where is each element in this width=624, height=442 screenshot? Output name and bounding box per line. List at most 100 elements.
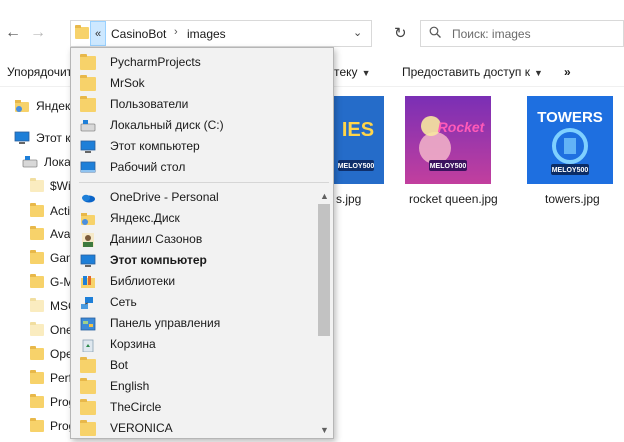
menu-item-local-disk[interactable]: Локальный диск (C:) xyxy=(72,115,314,136)
refresh-button[interactable]: ↻ xyxy=(394,24,407,42)
search-input[interactable]: Поиск: images xyxy=(420,20,624,47)
share-with-button[interactable]: Предоставить доступ к ▼ xyxy=(402,65,543,79)
menu-item-bot[interactable]: Bot xyxy=(72,355,314,376)
menu-item-desktop[interactable]: Рабочий стол xyxy=(72,157,314,178)
recycle-bin-icon xyxy=(82,339,94,352)
yandex-disk-icon xyxy=(15,100,29,112)
network-icon xyxy=(81,297,93,309)
more-commands-button[interactable]: » xyxy=(564,65,571,79)
file-name: rocket queen.jpg xyxy=(409,192,498,206)
image-thumbnail: Rocket MELOY500 xyxy=(405,96,491,184)
back-button[interactable]: ← xyxy=(2,22,24,44)
scroll-up-icon[interactable]: ▲ xyxy=(316,188,333,204)
menu-item-label: MrSok xyxy=(110,76,145,90)
menu-item-this-pc-current[interactable]: Этот компьютер xyxy=(72,250,314,271)
breadcrumb-separator-icon[interactable]: › xyxy=(174,26,178,38)
menu-scrollbar[interactable]: ▲ ▼ xyxy=(316,188,333,438)
folder-icon xyxy=(30,274,44,288)
menu-item-pycharmprojects[interactable]: PycharmProjects xyxy=(72,52,314,73)
file-name: towers.jpg xyxy=(545,192,600,206)
menu-item-label: VERONICA xyxy=(110,421,173,435)
tree-item-label: Ava xyxy=(50,227,71,241)
menu-item-recycle-bin[interactable]: Корзина xyxy=(72,334,314,355)
tree-item-label: Лока xyxy=(44,155,71,169)
menu-item-control-panel[interactable]: Панель управления xyxy=(72,313,314,334)
control-panel-icon xyxy=(80,317,96,331)
menu-item-mrsok[interactable]: MrSok xyxy=(72,73,314,94)
thumb-badge: MELOY500 xyxy=(338,163,375,170)
menu-item-label: Корзина xyxy=(110,337,156,351)
menu-item-english[interactable]: English xyxy=(72,376,314,397)
tree-item-folder[interactable]: Ava xyxy=(30,223,70,245)
folder-icon xyxy=(30,322,44,336)
tree-item-label: Acti xyxy=(50,204,71,218)
scrollbar-thumb[interactable] xyxy=(318,204,330,336)
file-thumbnail[interactable]: TOWERS MELOY500 xyxy=(527,96,613,184)
tree-item-folder[interactable]: G-M xyxy=(30,271,73,293)
computer-icon xyxy=(14,131,30,144)
tree-item-folder[interactable]: One xyxy=(30,319,73,341)
menu-item-label: Этот компьютер xyxy=(110,253,207,267)
tree-item-folder[interactable]: Perf xyxy=(30,367,72,389)
folder-icon xyxy=(30,250,44,264)
address-bar[interactable]: « CasinoBot › images ⌄ xyxy=(70,20,372,47)
breadcrumb-images[interactable]: images xyxy=(187,27,226,41)
organize-button[interactable]: Упорядочить xyxy=(7,65,78,79)
menu-item-yandex-disk[interactable]: Яндекс.Диск xyxy=(72,208,314,229)
tree-item-folder[interactable]: $Wi xyxy=(30,175,71,197)
address-history-dropdown-icon[interactable]: ⌄ xyxy=(353,26,362,39)
image-thumbnail: TOWERS MELOY500 xyxy=(527,96,613,184)
menu-item-label: OneDrive - Personal xyxy=(110,190,219,204)
folder-icon xyxy=(80,378,96,394)
folder-icon xyxy=(80,75,96,91)
yandex-disk-icon xyxy=(81,213,95,225)
search-icon xyxy=(429,26,441,38)
tree-item-yandex[interactable]: Яндекс xyxy=(14,95,76,117)
tree-item-folder[interactable]: Ope xyxy=(30,343,73,365)
menu-item-label: Локальный диск (C:) xyxy=(110,118,224,132)
menu-item-label: English xyxy=(110,379,150,393)
menu-item-label: Яндекс.Диск xyxy=(110,211,180,225)
menu-item-label: Сеть xyxy=(110,295,137,309)
menu-item-users[interactable]: Пользователи xyxy=(72,94,314,115)
thumb-title: TOWERS xyxy=(537,109,603,126)
menu-item-libraries[interactable]: Библиотеки xyxy=(72,271,314,292)
forward-button[interactable]: → xyxy=(27,22,49,44)
menu-item-veronica[interactable]: VERONICA xyxy=(72,418,314,439)
menu-item-network[interactable]: Сеть xyxy=(72,292,314,313)
tree-item-this-pc[interactable]: Этот ко xyxy=(14,127,77,149)
menu-item-thecircle[interactable]: TheCircle xyxy=(72,397,314,418)
tree-item-folder[interactable]: Acti xyxy=(30,200,70,222)
folder-icon xyxy=(30,178,44,192)
folder-icon xyxy=(30,298,44,312)
menu-item-label: Пользователи xyxy=(110,97,189,111)
scroll-down-icon[interactable]: ▼ xyxy=(316,422,333,438)
libraries-icon xyxy=(81,276,95,288)
thumb-title: IES xyxy=(342,119,374,141)
menu-item-this-pc[interactable]: Этот компьютер xyxy=(72,136,314,157)
address-overflow-menu: PycharmProjects MrSok Пользователи Локал… xyxy=(70,47,334,439)
folder-icon xyxy=(80,420,96,436)
folder-icon xyxy=(30,370,44,384)
add-to-library-button[interactable]: тeку ▼ xyxy=(334,65,370,79)
address-overflow-chevron-icon[interactable]: « xyxy=(90,21,106,46)
file-name: s.jpg xyxy=(336,192,362,206)
computer-icon xyxy=(80,254,96,267)
file-thumbnail[interactable]: Rocket MELOY500 xyxy=(405,96,491,184)
breadcrumb-casinobot[interactable]: CasinoBot xyxy=(111,27,166,41)
menu-item-user-folder[interactable]: Даниил Сазонов xyxy=(72,229,314,250)
folder-icon xyxy=(30,394,44,408)
menu-item-label: Bot xyxy=(110,358,129,372)
share-with-label: Предоставить доступ к xyxy=(402,65,530,79)
folder-icon xyxy=(30,346,44,360)
folder-icon xyxy=(80,54,96,70)
menu-item-onedrive[interactable]: OneDrive - Personal xyxy=(72,187,314,208)
menu-item-label: Даниил Сазонов xyxy=(110,232,203,246)
tree-item-label: Perf xyxy=(50,371,73,385)
thumb-badge: MELOY500 xyxy=(430,163,467,170)
drive-icon xyxy=(22,156,38,168)
tree-item-local-disk[interactable]: Лока xyxy=(22,151,71,173)
tree-item-folder[interactable]: Prog xyxy=(30,415,75,437)
tree-item-folder[interactable]: Prog xyxy=(30,391,75,413)
menu-separator xyxy=(79,182,329,183)
